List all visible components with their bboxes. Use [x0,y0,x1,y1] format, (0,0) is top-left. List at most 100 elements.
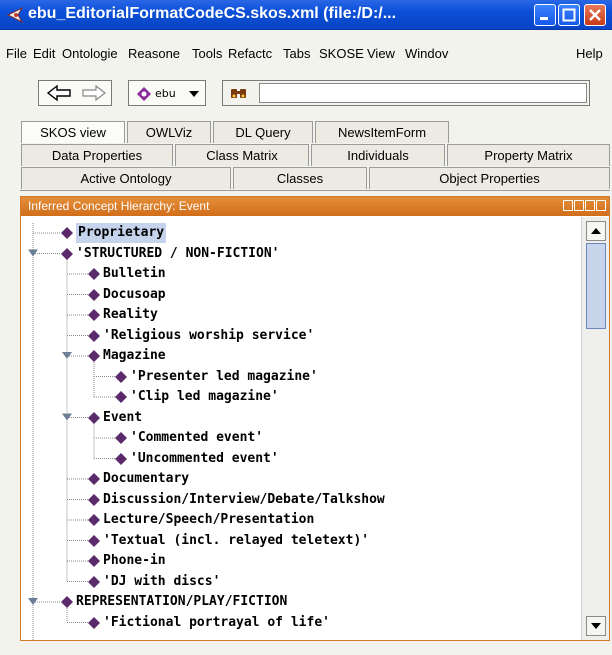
concept-diamond-icon [88,534,100,547]
panel-controls [563,200,607,213]
tree-item-label: 'Uncommented event' [130,450,279,466]
concept-diamond-icon [88,616,100,629]
tab-classes[interactable]: Classes [233,167,367,189]
menu-help[interactable]: Help [576,46,603,61]
tab-row-3: Active Ontology Classes Object Propertie… [0,167,612,189]
protege-app-icon [6,6,24,24]
tree-item-label: Event [103,409,143,425]
scroll-down-button[interactable] [586,616,606,636]
panel-close-icon[interactable] [596,200,606,211]
scroll-up-button[interactable] [586,221,606,241]
tree-item-label: REPRESENTATION/PLAY/FICTION [76,594,288,609]
tab-class-matrix[interactable]: Class Matrix [175,144,309,166]
concept-diamond-icon [88,411,100,424]
minimize-icon [540,17,548,20]
concept-diamond-icon [115,370,127,383]
arrow-up-icon [591,228,601,234]
menu-file[interactable]: File [6,46,27,61]
chevron-down-icon [189,91,199,97]
panel-title: Inferred Concept Hierarchy: Event [28,199,210,213]
tree-item-label: Reality [103,307,158,322]
forward-button[interactable] [79,84,109,102]
panel-maximize-icon[interactable] [585,200,595,211]
menu-skose[interactable]: SKOSE [319,46,364,61]
navigation-group [38,80,112,106]
active-ontology-label: ebu [155,87,176,100]
concept-diamond-icon [115,391,127,403]
binoculars-icon [231,89,246,98]
menu-edit[interactable]: Edit [33,46,55,61]
tree-item-label: 'Textual (incl. relayed teletext)' [103,532,370,548]
title-bar: ebu_EditorialFormatCodeCS.skos.xml (file… [0,0,612,30]
tab-data-properties[interactable]: Data Properties [21,144,173,166]
tab-newsitemform[interactable]: NewsItemForm [315,121,449,143]
menu-bar: File Edit Ontologie Reasone Tools Refact… [0,46,612,66]
maximize-button[interactable] [558,4,580,26]
tab-property-matrix[interactable]: Property Matrix [447,144,610,166]
menu-reasoner[interactable]: Reasone [128,46,180,61]
expand-toggle-icon [28,598,38,605]
tree-item-label: 'Religious worship service' [103,327,315,343]
tab-dl-query[interactable]: DL Query [213,121,313,143]
concept-diamond-icon [88,575,100,588]
concept-diamond-icon [88,350,100,362]
panel-float-icon[interactable] [563,200,573,211]
ontology-icon [137,87,151,101]
tree-item-label: Proprietary [76,223,167,243]
menu-ontologies[interactable]: Ontologie [62,46,118,61]
tree-item-label: Lecture/Speech/Presentation [103,512,315,527]
tab-strip-border [20,190,610,191]
back-button[interactable] [44,84,74,102]
tab-active-ontology[interactable]: Active Ontology [21,167,231,189]
find-input[interactable] [259,83,587,103]
tab-individuals[interactable]: Individuals [311,144,445,166]
vertical-scrollbar[interactable] [581,217,609,640]
minimize-button[interactable] [534,4,556,26]
expand-toggle-icon [62,413,72,421]
concept-diamond-icon [88,329,100,342]
arrow-down-icon [591,623,601,629]
concept-diamond-icon [88,473,100,485]
tree-item-label: Magazine [103,348,166,363]
tree-item-label: Phone-in [103,553,166,568]
concept-diamond-icon [88,514,100,526]
concept-diamond-icon [61,247,73,260]
concept-diamond-icon [88,555,100,567]
tree-item-label: 'Clip led magazine' [130,389,279,404]
menu-view[interactable]: View [367,46,395,61]
tree-item-label: 'Commented event' [130,430,264,445]
window-title: ebu_EditorialFormatCodeCS.skos.xml (file… [28,5,397,22]
concept-diamond-icon [61,227,73,239]
tab-skos-view[interactable]: SKOS view [21,121,125,143]
tree-item-label: Documentary [103,471,190,486]
concept-hierarchy-panel: Inferred Concept Hierarchy: Event Propri… [20,196,610,641]
back-arrow-icon [46,84,71,102]
menu-window[interactable]: Windov [405,46,448,61]
tree-item-label: Docusoap [103,286,166,302]
maximize-icon [562,8,576,22]
tab-row-1: SKOS view OWLViz DL Query NewsItemForm [0,121,612,143]
tab-object-properties[interactable]: Object Properties [369,167,610,189]
tab-owlviz[interactable]: OWLViz [127,121,211,143]
tree-item-label: 'STRUCTURED / NON-FICTION' [76,245,280,261]
menu-tabs[interactable]: Tabs [283,46,310,61]
concept-diamond-icon [115,432,127,444]
tab-row-2: Data Properties Class Matrix Individuals… [0,144,612,166]
expand-toggle-icon [28,249,38,257]
concept-diamond-icon [115,452,127,465]
menu-refactor[interactable]: Refactc [228,46,272,61]
concept-diamond-icon [88,268,100,280]
panel-split-icon[interactable] [574,200,584,211]
tree-item-label: 'DJ with discs' [103,573,221,589]
tree-item-label: 'Fictional portrayal of life' [103,614,330,630]
tree-item-label: 'Presenter led magazine' [130,368,318,384]
find-group [222,80,590,106]
close-icon [589,9,601,21]
close-button[interactable] [584,4,606,26]
menu-tools[interactable]: Tools [192,46,222,61]
scroll-thumb[interactable] [586,243,606,329]
concept-diamond-icon [88,493,100,506]
toolbar: ebu [0,72,612,116]
active-ontology-select[interactable]: ebu [128,80,206,106]
forward-arrow-icon [82,84,106,102]
